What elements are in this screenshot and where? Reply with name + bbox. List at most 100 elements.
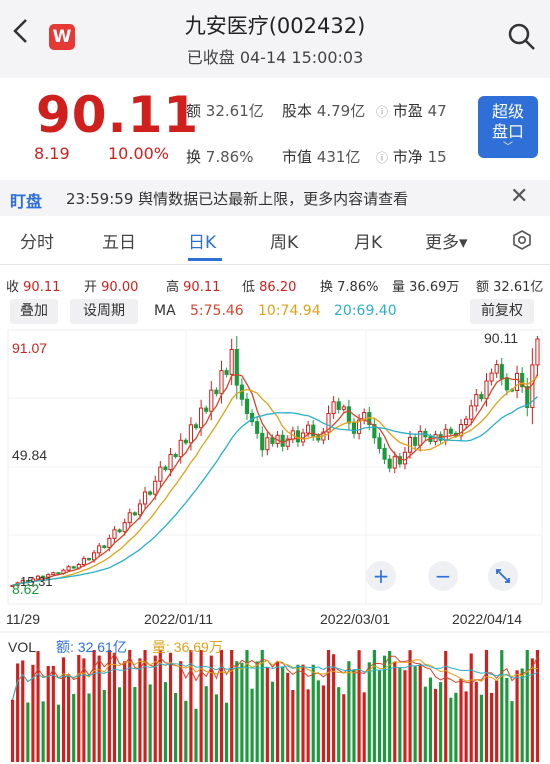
tab-more[interactable]: 更多▾ xyxy=(425,228,468,253)
stock-title: 九安医疗(002432) xyxy=(184,14,366,38)
volume-bar xyxy=(490,692,494,762)
ma10-value: 10:74.94 xyxy=(258,303,321,319)
price-grid xyxy=(7,329,543,605)
candle-body xyxy=(209,389,214,412)
volume-bar xyxy=(515,670,519,762)
ohlc-close: 收 90.11 xyxy=(6,276,60,295)
candle-body xyxy=(265,437,270,451)
candle-body xyxy=(234,348,239,386)
volume-bar xyxy=(428,677,433,762)
open-value: 90.00 xyxy=(101,280,139,295)
pe-label: 市盈 xyxy=(392,102,423,120)
volume-bar xyxy=(439,682,443,762)
candle-body xyxy=(346,406,351,424)
search-icon xyxy=(508,23,535,50)
volume-bar xyxy=(367,662,371,762)
news-tag: 盯盘 xyxy=(10,192,43,211)
ohlc-high: 高 90.11 xyxy=(166,276,220,295)
volume-bar xyxy=(194,708,198,762)
search-button[interactable] xyxy=(505,20,539,54)
volume-bar xyxy=(301,664,305,762)
ohlc-open: 开 90.00 xyxy=(84,276,138,295)
price-change: 8.19 xyxy=(34,144,70,163)
volume-bar xyxy=(464,691,468,762)
share-capital-value: 4.79亿 xyxy=(316,102,366,120)
volume-bar xyxy=(408,650,412,762)
candle-body xyxy=(219,370,224,395)
volume-bar xyxy=(398,668,402,762)
candle-body xyxy=(469,405,474,420)
candle-body xyxy=(127,512,132,524)
overlay-button[interactable]: 叠加 xyxy=(10,299,58,324)
tab-daily-k[interactable]: 日K xyxy=(188,228,216,253)
volume-bars xyxy=(10,650,540,762)
candle-body xyxy=(489,372,494,382)
candle-body xyxy=(66,566,71,571)
candle-body xyxy=(117,529,122,533)
fullscreen-button[interactable] xyxy=(488,561,518,591)
volume-bar xyxy=(357,650,361,762)
market-cap: 市值 431亿 xyxy=(282,146,360,167)
candle-body xyxy=(214,389,219,395)
volume-bar xyxy=(311,664,315,762)
volume-bar xyxy=(332,654,336,762)
zoom-in-button[interactable]: + xyxy=(366,561,396,591)
candle-body xyxy=(255,421,260,434)
turn-value: 7.86% xyxy=(337,280,379,295)
candle-body xyxy=(224,370,229,375)
expand-icon xyxy=(496,569,510,583)
volume-bar xyxy=(163,682,168,762)
kline-chart[interactable]: 91.07 49.84 15.31 8.62 90.11 11/29 2022/… xyxy=(0,328,550,764)
candle-body xyxy=(102,545,107,549)
close-value: 90.11 xyxy=(23,280,61,295)
volume-bar xyxy=(495,680,499,762)
volume-bar xyxy=(174,692,178,762)
date-tick-2: 2022/03/01 xyxy=(320,611,390,627)
info-circle-icon[interactable]: ⓘ xyxy=(376,151,388,165)
turnover-amount-label: 额 xyxy=(186,102,202,120)
date-tick-1: 2022/01/11 xyxy=(144,611,213,627)
volume-bar xyxy=(474,681,478,762)
candle-body xyxy=(56,572,61,575)
level2-line2: 盘口 xyxy=(491,122,524,141)
volume-bar xyxy=(500,650,504,762)
set-period-button[interactable]: 设周期 xyxy=(70,299,138,324)
volume-bar xyxy=(41,701,45,762)
market-cap-value: 431亿 xyxy=(316,148,361,166)
last-price-marker: 90.11 xyxy=(484,330,518,346)
amt-label: 额 xyxy=(476,280,490,295)
turnover-rate-label: 换 xyxy=(186,148,202,166)
settings-button[interactable] xyxy=(511,229,533,255)
volume-bar xyxy=(250,688,254,762)
candle-body xyxy=(168,453,173,471)
volume-bar xyxy=(148,684,152,762)
level2-button[interactable]: 超级 盘口 ﹀ xyxy=(478,96,538,158)
ma10-line xyxy=(12,376,538,586)
volume-bar xyxy=(87,693,91,762)
zoom-out-button[interactable]: − xyxy=(428,561,458,591)
volume-bar xyxy=(413,666,417,762)
tab-intraday[interactable]: 分时 xyxy=(20,228,54,253)
volume-bar xyxy=(291,689,295,762)
adjust-mode-button[interactable]: 前复权 xyxy=(470,299,534,324)
pe-value: 47 xyxy=(427,102,447,120)
candle-body xyxy=(351,422,357,434)
settings-icon xyxy=(513,230,531,250)
info-circle-icon[interactable]: ⓘ xyxy=(376,105,388,119)
volume-bar xyxy=(138,658,142,762)
tab-five-day[interactable]: 五日 xyxy=(102,228,136,253)
volume-bar xyxy=(484,650,489,762)
volume-bar xyxy=(179,661,183,762)
ma20-value: 20:69.40 xyxy=(334,303,397,319)
volume-bar xyxy=(454,692,458,762)
candle-body xyxy=(97,545,102,554)
tab-monthly-k[interactable]: 月K xyxy=(354,228,382,253)
tab-weekly-k[interactable]: 周K xyxy=(270,228,298,253)
news-text[interactable]: 23:59:59 舆情数据已达最新上限，更多内容请查看 xyxy=(66,188,486,209)
volume-bar xyxy=(240,662,244,762)
candle-body xyxy=(193,424,199,429)
close-icon[interactable]: ✕ xyxy=(510,184,528,209)
level2-line1: 超级 xyxy=(491,102,524,121)
volume-bar xyxy=(352,669,356,762)
date-tick-3: 2022/04/14 xyxy=(452,611,522,627)
